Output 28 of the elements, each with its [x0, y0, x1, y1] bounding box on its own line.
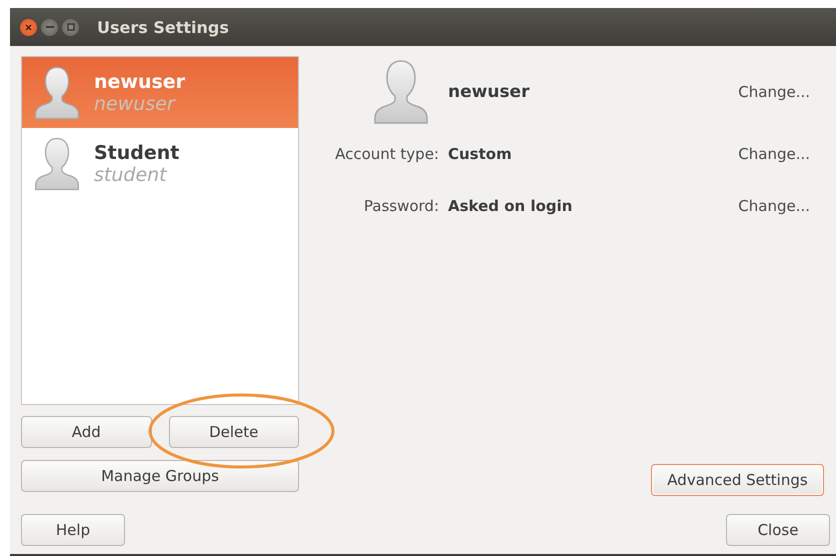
- delete-button[interactable]: Delete: [168, 416, 299, 448]
- maximize-icon: [66, 23, 74, 31]
- close-button[interactable]: Close: [726, 514, 830, 546]
- advanced-settings-button[interactable]: Advanced Settings: [651, 464, 824, 496]
- account-name: newuser: [448, 82, 530, 102]
- user-login: newuser: [94, 92, 177, 114]
- user-login: student: [94, 164, 168, 186]
- close-window-button[interactable]: [20, 18, 37, 36]
- field-label: Password:: [364, 196, 439, 217]
- field-value: Custom: [448, 145, 513, 163]
- add-button[interactable]: Add: [21, 416, 152, 448]
- minimize-icon: [46, 26, 54, 28]
- help-button[interactable]: Help: [21, 514, 125, 546]
- close-icon: [25, 24, 32, 30]
- change-link[interactable]: Change...: [738, 83, 810, 101]
- change-link[interactable]: Change...: [738, 197, 810, 215]
- window-title: Users Settings: [97, 18, 229, 36]
- user-avatar-icon: [34, 136, 80, 192]
- field-label: Account type:: [335, 144, 439, 165]
- field-value: Asked on login: [448, 197, 572, 215]
- user-avatar-icon: [34, 64, 80, 120]
- user-name: Student: [94, 142, 180, 164]
- change-link[interactable]: Change...: [738, 145, 810, 163]
- manage-groups-button[interactable]: Manage Groups: [21, 460, 299, 492]
- maximize-window-button[interactable]: [62, 18, 79, 36]
- user-name: newuser: [94, 70, 186, 92]
- minimize-window-button[interactable]: [41, 18, 58, 36]
- user-row[interactable]: Student student: [22, 128, 298, 199]
